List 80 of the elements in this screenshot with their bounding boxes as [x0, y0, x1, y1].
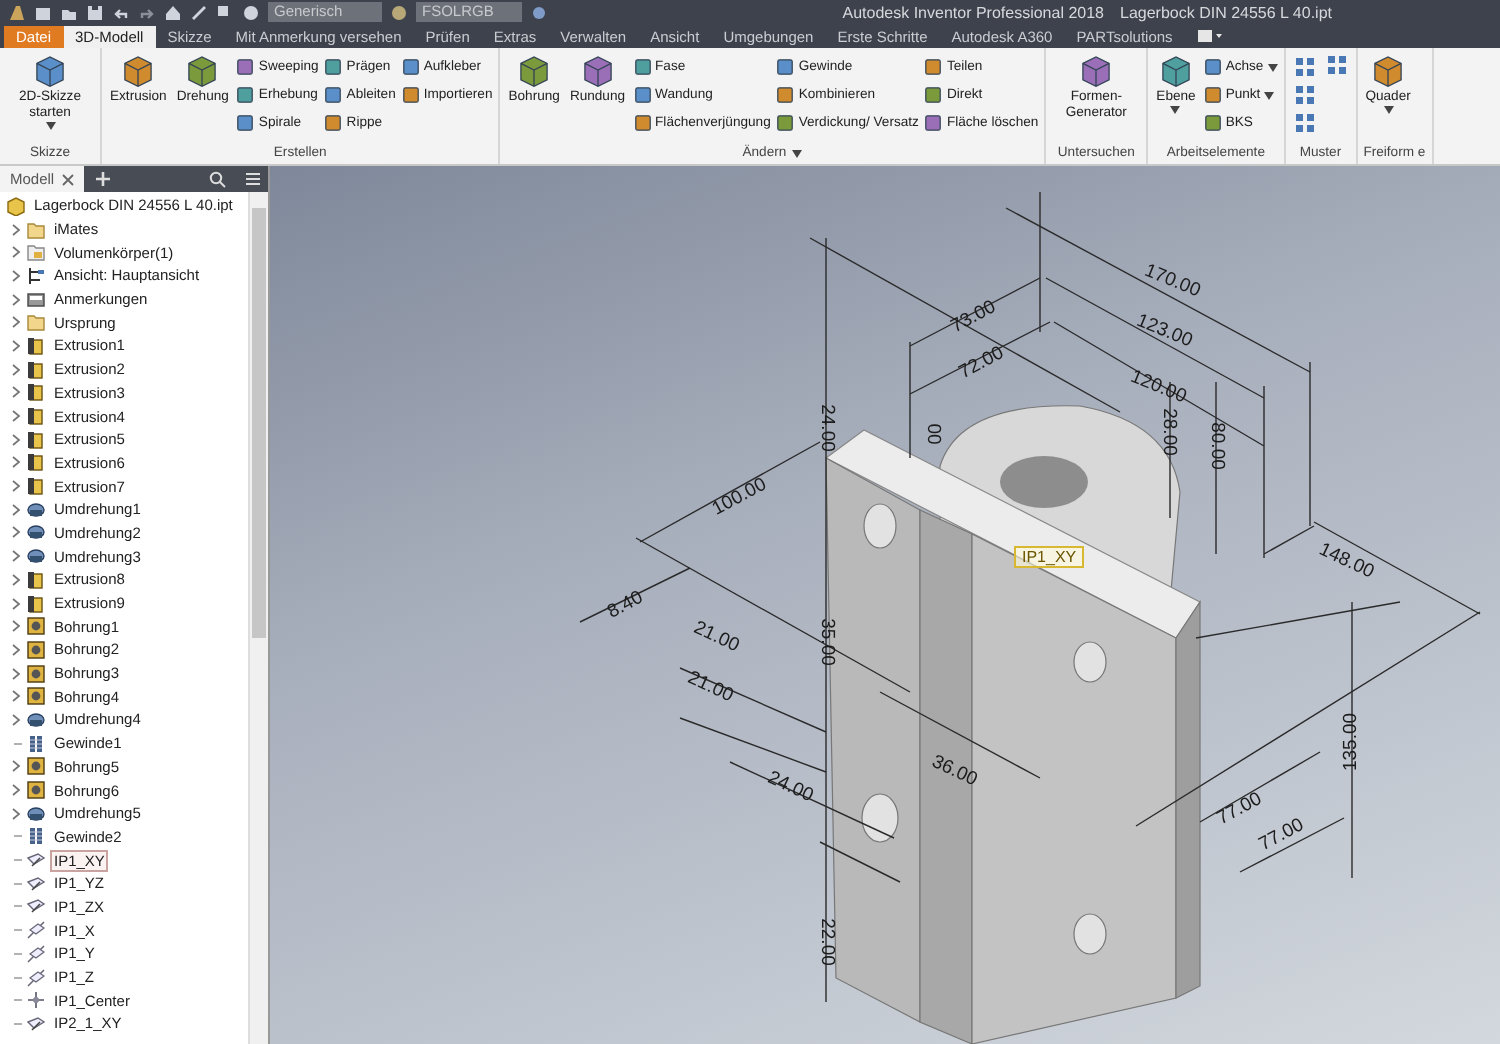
panel-toggle-icon[interactable] — [1196, 28, 1225, 44]
plane-icon — [26, 873, 46, 894]
notes-icon — [26, 289, 46, 310]
extrusion-icon — [26, 359, 46, 380]
plane-label[interactable]: IP1_XY — [1014, 546, 1085, 568]
revolve-icon — [26, 709, 46, 730]
dimension-value: 24.00 — [816, 404, 836, 452]
add-icon[interactable] — [94, 170, 113, 188]
axis-icon — [26, 967, 46, 988]
axis-icon — [26, 920, 46, 941]
pattern-button[interactable] — [1291, 110, 1318, 136]
dimension-value: 36.00 — [928, 752, 980, 792]
block-icon — [32, 52, 68, 88]
revolve-icon — [26, 803, 46, 824]
close-icon[interactable] — [62, 173, 75, 185]
hole-icon — [26, 756, 46, 777]
dimension-value: 72.00 — [956, 344, 1008, 384]
block-icon — [120, 52, 157, 88]
undo-icon[interactable] — [112, 3, 130, 21]
block-icon — [1078, 52, 1115, 88]
extrusion-icon — [26, 429, 46, 450]
thread-icon — [26, 826, 46, 847]
point-icon — [26, 990, 46, 1011]
window-title: Autodesk Inventor Professional 2018 — [842, 3, 1104, 21]
extrusion-icon — [26, 569, 46, 590]
dimension-value: 24.00 — [764, 768, 816, 808]
revolve-icon — [26, 522, 46, 543]
extrusion-icon — [26, 335, 46, 356]
revolve-icon — [26, 546, 46, 567]
extrusion-icon — [26, 452, 46, 473]
plane-icon — [26, 850, 46, 871]
document-title: Lagerbock DIN 24556 L 40.ipt — [1120, 3, 1332, 21]
dimension-value: 21.00 — [690, 618, 742, 658]
thread-icon — [26, 733, 46, 754]
sphere-icon[interactable] — [390, 3, 408, 21]
menu-icon[interactable] — [244, 170, 262, 188]
part-icon — [6, 195, 26, 216]
folder-icon — [26, 312, 46, 333]
hole-icon — [26, 780, 46, 801]
block-icon — [1157, 52, 1194, 88]
pattern-button[interactable] — [1291, 54, 1318, 80]
hole-icon — [26, 663, 46, 684]
block-icon — [516, 52, 553, 88]
dimension-value: 8.40 — [604, 588, 648, 624]
dimension-value: 135.00 — [1342, 712, 1362, 772]
extrusion-icon — [26, 382, 46, 403]
dimension-value: 35.00 — [816, 618, 836, 666]
pattern-button[interactable] — [1291, 82, 1318, 108]
axis-icon — [26, 943, 46, 964]
new-file-icon[interactable] — [34, 3, 52, 21]
dimension-value: 123.00 — [1133, 311, 1195, 353]
extrusion-icon — [26, 593, 46, 614]
save-icon[interactable] — [86, 3, 104, 21]
folder-icon — [26, 219, 46, 240]
redo-icon[interactable] — [138, 3, 156, 21]
hole-icon — [26, 616, 46, 637]
block-icon — [184, 52, 221, 88]
dimension-value: 21.00 — [684, 668, 736, 708]
dimension-value: 73.00 — [948, 298, 1000, 338]
dimension-value: 170.00 — [1141, 261, 1203, 303]
pattern-button[interactable] — [1323, 52, 1350, 78]
view-icon — [26, 265, 46, 286]
dimension-value: 80.00 — [1206, 422, 1226, 470]
dimension-value: 22.00 — [816, 918, 836, 966]
extrusion-icon — [26, 406, 46, 427]
scrollbar-thumb[interactable] — [252, 208, 266, 638]
hole-icon — [26, 639, 46, 660]
bodies-icon — [26, 242, 46, 263]
block-icon — [579, 52, 616, 88]
hole-icon — [26, 686, 46, 707]
dimension-value: 28.00 — [1158, 408, 1178, 456]
search-icon[interactable] — [208, 170, 226, 188]
revolve-icon — [26, 499, 46, 520]
plane-icon — [26, 896, 46, 917]
block-icon — [1370, 52, 1407, 88]
extrusion-icon — [26, 476, 46, 497]
caret-icon — [792, 149, 803, 157]
plane-icon — [26, 1013, 46, 1034]
dimension-value: 120.00 — [1127, 367, 1189, 409]
dimension-value: 00 — [922, 423, 942, 445]
